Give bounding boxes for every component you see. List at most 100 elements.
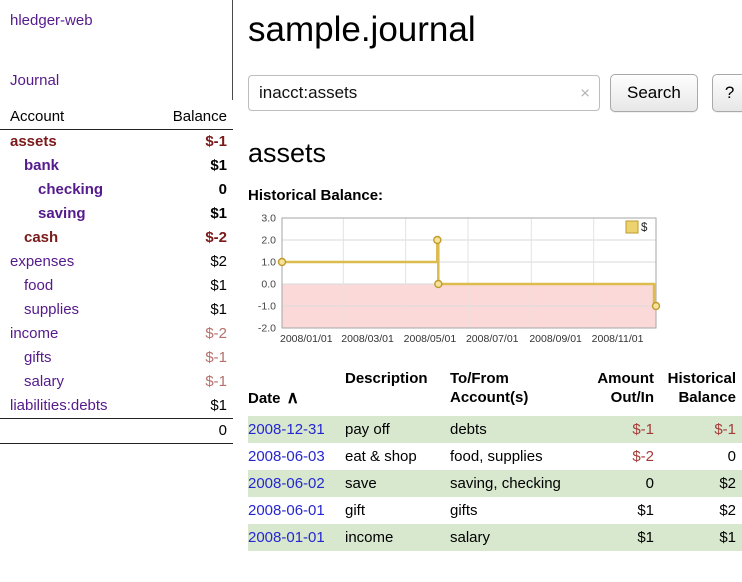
register-table: Date ∧ Description To/From Account(s) Amo… [248,367,742,551]
data-point-marker [434,237,441,244]
search-form: × Search ? [248,74,742,112]
account-row: gifts $-1 [0,346,233,370]
accounts-cell: gifts [450,497,572,524]
svg-text:2008/09/01: 2008/09/01 [529,333,582,345]
register-header-row: Date ∧ Description To/From Account(s) Amo… [248,367,742,416]
balance-cell: 0 [654,443,742,470]
account-link-salary[interactable]: salary [24,373,64,390]
balance-cell: $2 [654,497,742,524]
historical-balance-chart: 3.02.01.00.0-1.0-2.02008/01/012008/03/01… [248,210,668,350]
account-row: cash $-2 [0,226,233,250]
column-header-accounts[interactable]: To/From Account(s) [450,367,572,416]
account-row: food $1 [0,274,233,298]
account-link-gifts[interactable]: gifts [24,349,52,366]
account-heading: assets [248,138,742,169]
amount-cell: $1 [572,497,654,524]
description-cell: eat & shop [345,443,450,470]
account-link-cash[interactable]: cash [24,229,58,246]
account-balance: $1 [149,298,233,322]
account-balance: $-2 [149,226,233,250]
sidebar-item-journal[interactable]: Journal [10,72,224,89]
data-point-marker [653,303,660,310]
description-cell: save [345,470,450,497]
help-button[interactable]: ? [712,74,742,112]
svg-text:2008/05/01: 2008/05/01 [404,333,457,345]
clear-search-icon[interactable]: × [580,85,590,102]
account-balance: $1 [149,274,233,298]
account-row: expenses $2 [0,250,233,274]
svg-text:-2.0: -2.0 [258,323,276,335]
column-header-date[interactable]: Date ∧ [248,367,345,416]
account-row: salary $-1 [0,370,233,394]
balance-cell: $1 [654,524,742,551]
svg-text:-1.0: -1.0 [258,301,276,313]
amount-cell: $1 [572,524,654,551]
svg-text:0.0: 0.0 [261,279,276,291]
column-header-balance[interactable]: Historical Balance [654,367,742,416]
date-link[interactable]: 2008-06-03 [248,448,325,465]
date-link[interactable]: 2008-12-31 [248,421,325,438]
date-link[interactable]: 2008-01-01 [248,529,325,546]
column-header-amount[interactable]: Amount Out/In [572,367,654,416]
accounts-total-value: 0 [0,419,233,444]
accounts-cell: debts [450,416,572,443]
account-row: assets $-1 [0,130,233,155]
accounts-cell: food, supplies [450,443,572,470]
account-link-income[interactable]: income [10,325,58,342]
account-balance: 0 [149,178,233,202]
account-row: income $-2 [0,322,233,346]
search-button[interactable]: Search [610,74,698,112]
account-row: bank $1 [0,154,233,178]
account-balance: $-1 [149,346,233,370]
search-input[interactable] [248,75,600,111]
sort-ascending-icon: ∧ [287,388,299,407]
svg-text:2008/07/01: 2008/07/01 [466,333,519,345]
accounts-cell: saving, checking [450,470,572,497]
register-row: 2008-06-01 gift gifts $1 $2 [248,497,742,524]
svg-text:2008/01/01: 2008/01/01 [280,333,333,345]
balance-cell: $2 [654,470,742,497]
account-link-liabilities-debts[interactable]: liabilities:debts [10,397,108,414]
accounts-col-header-account: Account [0,104,149,130]
chart-heading: Historical Balance: [248,187,742,204]
legend-swatch [626,221,638,233]
account-link-assets[interactable]: assets [10,133,57,150]
account-link-supplies[interactable]: supplies [24,301,79,318]
accounts-total-row: 0 [0,419,233,444]
amount-cell: $-2 [572,443,654,470]
accounts-cell: salary [450,524,572,551]
account-balance: $1 [149,394,233,419]
balance-cell: $-1 [654,416,742,443]
accounts-col-header-balance: Balance [149,104,233,130]
date-link[interactable]: 2008-06-02 [248,475,325,492]
main-content: sample.journal × Search ? assets Histori… [248,0,742,551]
account-balance: $2 [149,250,233,274]
description-cell: income [345,524,450,551]
account-balance: $-1 [149,130,233,155]
account-link-saving[interactable]: saving [38,205,86,222]
sidebar: hledger-web Journal Account Balance asse… [0,0,233,444]
brand-link[interactable]: hledger-web [10,12,93,29]
date-link[interactable]: 2008-06-01 [248,502,325,519]
svg-text:3.0: 3.0 [261,213,276,225]
account-link-expenses[interactable]: expenses [10,253,74,270]
account-link-bank[interactable]: bank [24,157,59,174]
description-cell: gift [345,497,450,524]
account-balance: $-1 [149,370,233,394]
date-header-label: Date [248,390,281,407]
amount-cell: $-1 [572,416,654,443]
accounts-table: Account Balance assets $-1 bank $1 check… [0,104,233,444]
account-balance: $1 [149,202,233,226]
page-title: sample.journal [248,10,742,50]
account-link-food[interactable]: food [24,277,53,294]
account-row: checking 0 [0,178,233,202]
account-balance: $1 [149,154,233,178]
register-row: 2008-06-03 eat & shop food, supplies $-2… [248,443,742,470]
data-point-marker [435,281,442,288]
svg-text:1.0: 1.0 [261,257,276,269]
account-link-checking[interactable]: checking [38,181,103,198]
column-header-description[interactable]: Description [345,367,450,416]
data-point-marker [279,259,286,266]
register-row: 2008-12-31 pay off debts $-1 $-1 [248,416,742,443]
account-row: saving $1 [0,202,233,226]
